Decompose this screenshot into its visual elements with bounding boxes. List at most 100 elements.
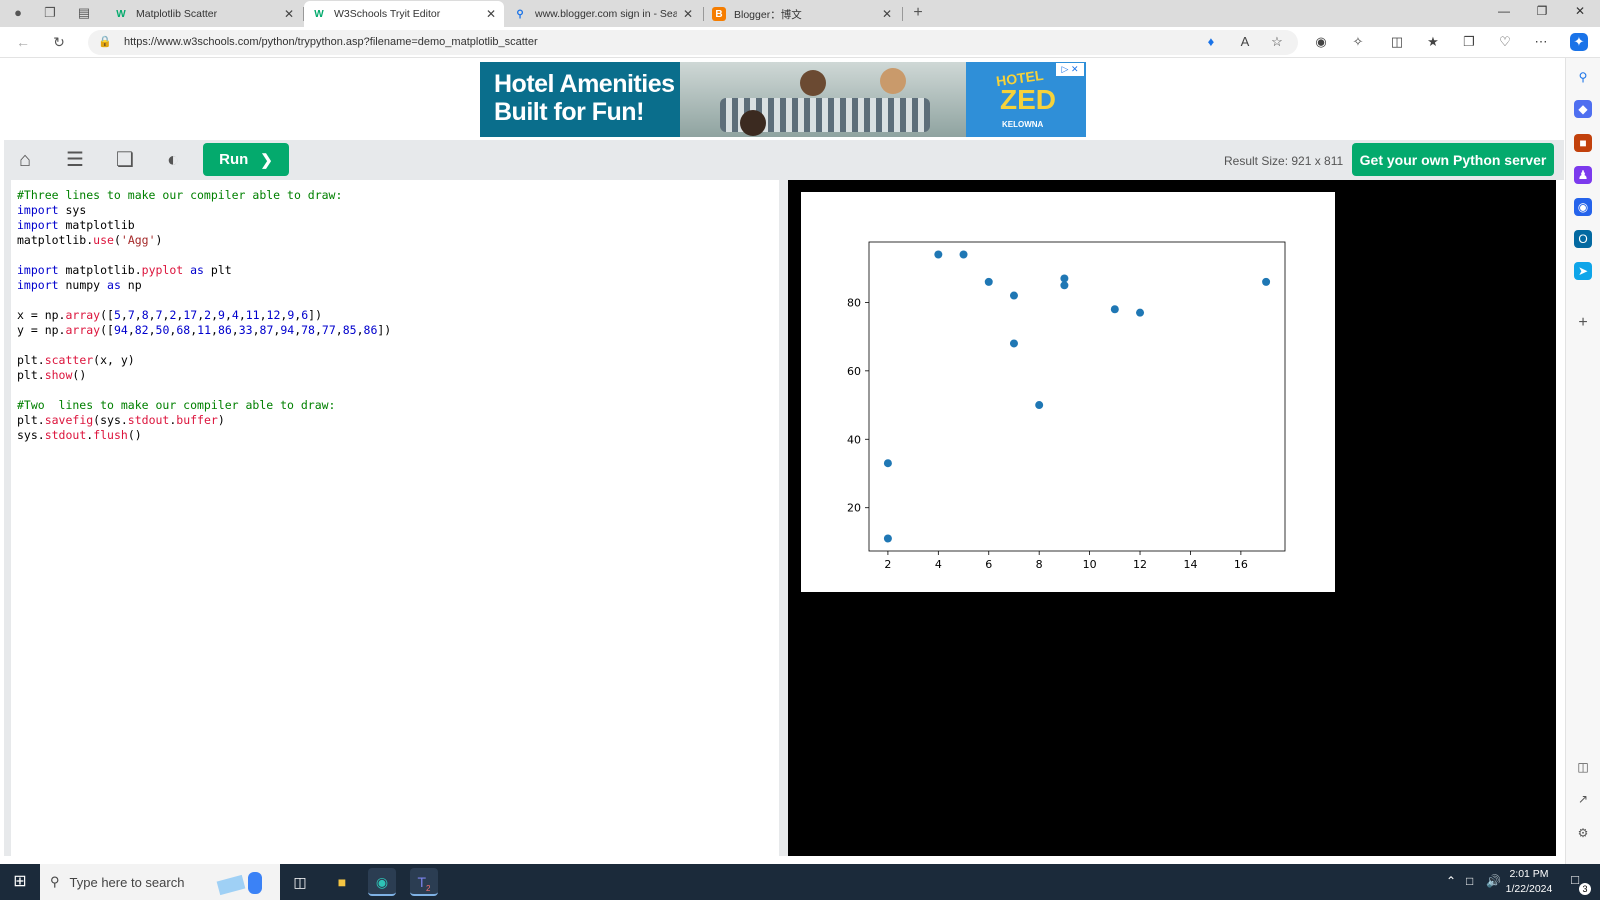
code-line[interactable] <box>17 248 773 263</box>
workspaces-icon[interactable]: ❐ <box>42 5 58 21</box>
chevron-right-icon: ❯ <box>260 151 273 169</box>
search-highlight-icon <box>216 872 262 896</box>
extension-icon[interactable]: ◉ <box>1312 33 1330 51</box>
code-line[interactable] <box>17 293 773 308</box>
extensions-puzzle-icon[interactable]: ✧ <box>1349 33 1367 51</box>
run-button[interactable]: Run ❯ <box>203 143 289 176</box>
scatter-point <box>1110 305 1119 314</box>
code-editor[interactable]: #Three lines to make our compiler able t… <box>11 180 779 856</box>
minimize-icon[interactable]: — <box>1494 4 1514 18</box>
code-line[interactable]: import matplotlib <box>17 218 773 233</box>
sidebar-settings-icon[interactable]: ⚙ <box>1574 824 1592 842</box>
code-line[interactable]: import matplotlib.pyplot as plt <box>17 263 773 278</box>
tools-icon[interactable]: ■ <box>1574 134 1592 152</box>
code-token: ([ <box>100 308 114 322</box>
refresh-icon[interactable]: ↻ <box>50 33 68 51</box>
address-bar[interactable]: 🔒 https://www.w3schools.com/python/trypy… <box>88 30 1298 55</box>
close-tab-icon[interactable]: ✕ <box>284 7 294 21</box>
code-line[interactable]: #Two lines to make our compiler able to … <box>17 398 773 413</box>
search-icon[interactable]: ⚲ <box>1574 68 1592 86</box>
code-token: , <box>127 323 135 337</box>
ad-banner[interactable]: Hotel Amenities Built for Fun! HOTEL ZED… <box>480 62 1086 137</box>
add-sidebar-app-icon[interactable]: + <box>1574 314 1592 332</box>
file-explorer-icon[interactable]: ■ <box>328 868 356 896</box>
favorite-star-icon[interactable]: ☆ <box>1268 33 1286 51</box>
more-menu-icon[interactable]: ⋯ <box>1532 33 1550 51</box>
games-icon[interactable]: ♟ <box>1574 166 1592 184</box>
notifications-icon[interactable]: □ 3 <box>1565 872 1591 895</box>
code-token: import <box>17 203 59 217</box>
url-text[interactable]: https://www.w3schools.com/python/trypyth… <box>124 36 538 48</box>
restore-icon[interactable]: ❐ <box>1532 4 1552 18</box>
x-tick-label: 16 <box>1234 558 1248 571</box>
close-tab-icon[interactable]: ✕ <box>683 7 693 21</box>
lock-icon[interactable]: 🔒 <box>98 35 112 48</box>
home-icon[interactable]: ⌂ <box>12 148 38 172</box>
windows-start-icon[interactable]: ⊞ <box>0 864 40 900</box>
code-line[interactable] <box>17 338 773 353</box>
task-view-icon[interactable]: ◫ <box>286 868 314 896</box>
code-line[interactable]: import numpy as np <box>17 278 773 293</box>
external-link-icon[interactable]: ↗ <box>1574 790 1592 808</box>
split-screen-icon[interactable]: ◫ <box>1388 33 1406 51</box>
code-line[interactable]: y = np.array([94,82,50,68,11,86,33,87,94… <box>17 323 773 338</box>
edge-sidebar: ⚲ ◆ ■ ♟ ◉ O ➤ + ◫ ↗ ⚙ <box>1565 58 1600 864</box>
close-window-icon[interactable]: ✕ <box>1570 4 1590 18</box>
code-token: array <box>65 323 101 337</box>
adchoices-close-icon[interactable]: ▷ ✕ <box>1056 63 1084 76</box>
scatter-point <box>934 250 943 259</box>
outlook-icon[interactable]: O <box>1574 230 1592 248</box>
rotate-orientation-icon[interactable]: ❏ <box>112 148 138 172</box>
microsoft365-icon[interactable]: ◉ <box>1574 198 1592 216</box>
code-line[interactable] <box>17 383 773 398</box>
code-line[interactable]: plt.show() <box>17 368 773 383</box>
code-line[interactable]: sys.stdout.flush() <box>17 428 773 443</box>
shopping-icon[interactable]: ◆ <box>1574 100 1592 118</box>
code-token: matplotlib <box>58 218 135 232</box>
get-python-server-button[interactable]: Get your own Python server <box>1352 143 1554 176</box>
code-token: matplotlib. <box>58 263 142 277</box>
code-line[interactable]: import sys <box>17 203 773 218</box>
back-icon[interactable]: ← <box>14 33 32 51</box>
taskbar-search[interactable]: ⚲ Type here to search <box>40 864 280 900</box>
hide-sidebar-icon[interactable]: ◫ <box>1574 758 1592 776</box>
code-token: , <box>356 323 364 337</box>
code-token: #Three lines to make our compiler able t… <box>17 188 343 202</box>
code-line[interactable]: matplotlib.use('Agg') <box>17 233 773 248</box>
x-tick-label: 14 <box>1183 558 1197 571</box>
drop-icon[interactable]: ➤ <box>1574 262 1592 280</box>
code-token: 7 <box>127 308 135 322</box>
clock[interactable]: 2:01 PM 1/22/2024 <box>1498 867 1560 897</box>
tab-actions-icon[interactable]: ▤ <box>76 5 92 21</box>
close-tab-icon[interactable]: ✕ <box>486 7 496 21</box>
code-token: 17 <box>183 308 198 322</box>
code-line[interactable]: #Three lines to make our compiler able t… <box>17 188 773 203</box>
axes-frame <box>868 241 1286 552</box>
plot-image: 2 4 6 8 10 12 14 16 20 40 60 80 <box>801 192 1335 592</box>
menu-icon[interactable]: ☰ <box>62 148 88 172</box>
collections-icon[interactable]: ❐ <box>1460 33 1478 51</box>
favorites-icon[interactable]: ★ <box>1424 33 1442 51</box>
new-tab-icon[interactable]: + <box>910 5 926 21</box>
close-tab-icon[interactable]: ✕ <box>882 7 892 21</box>
show-hidden-icons-icon[interactable]: ⌃ <box>1446 874 1456 888</box>
browser-essentials-icon[interactable]: ♡ <box>1496 33 1514 51</box>
code-line[interactable]: plt.scatter(x, y) <box>17 353 773 368</box>
network-icon[interactable]: □ <box>1466 874 1473 888</box>
shopping-tag-icon[interactable]: ♦ <box>1202 33 1220 51</box>
ad-person <box>880 68 906 94</box>
tab-blogger[interactable]: B Blogger：博文 ✕ <box>704 1 900 27</box>
code-line[interactable]: x = np.array([5,7,8,7,2,17,2,9,4,11,12,9… <box>17 308 773 323</box>
tab-blogger-search[interactable]: ⚲ www.blogger.com sign in - Searc ✕ <box>505 1 701 27</box>
teams-icon[interactable]: T2 <box>410 868 438 896</box>
copilot-icon[interactable]: ✦ <box>1570 33 1588 51</box>
tab-w3schools-tryit[interactable]: W W3Schools Tryit Editor ✕ <box>304 1 504 27</box>
code-line[interactable]: plt.savefig(sys.stdout.buffer) <box>17 413 773 428</box>
dark-mode-icon[interactable]: ◐ <box>160 148 186 172</box>
scatter-point <box>1009 291 1018 300</box>
edge-browser-icon[interactable]: ◉ <box>368 868 396 896</box>
tab-matplotlib-scatter[interactable]: W Matplotlib Scatter ✕ <box>106 1 302 27</box>
profile-icon[interactable]: ● <box>10 5 26 21</box>
code-token: matplotlib. <box>17 233 94 247</box>
read-aloud-icon[interactable]: A <box>1236 33 1254 51</box>
